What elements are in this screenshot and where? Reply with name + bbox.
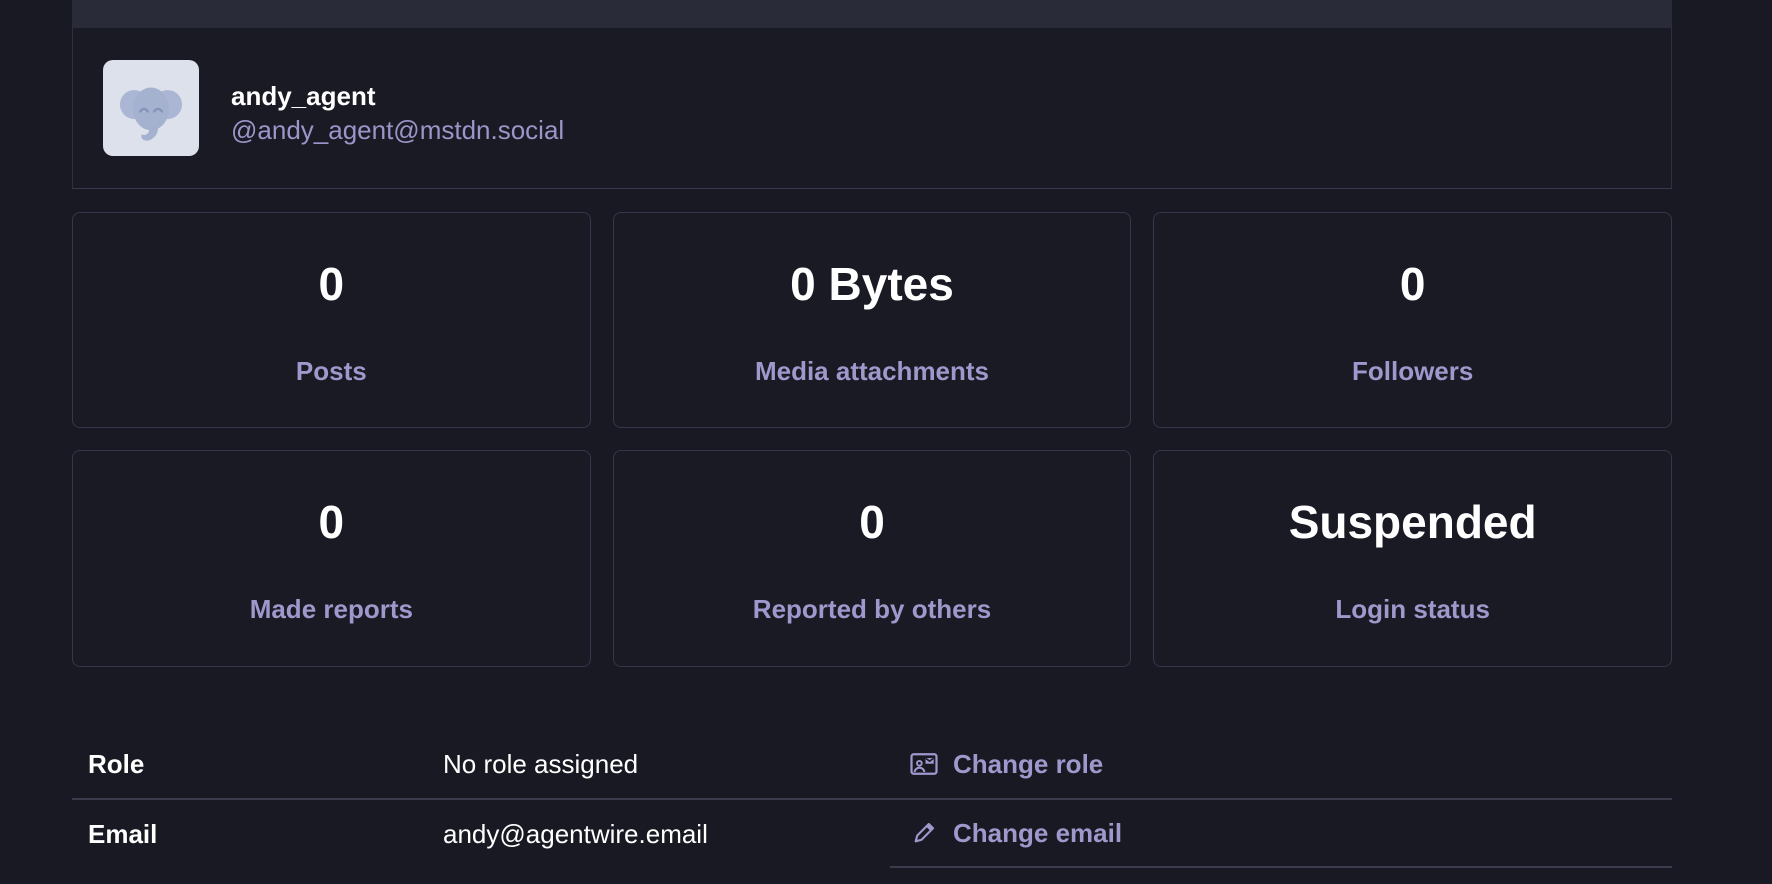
stat-card-reported-by-others: 0 Reported by others bbox=[613, 450, 1132, 667]
stat-value: 0 bbox=[614, 495, 1131, 549]
stat-label: Reported by others bbox=[614, 594, 1131, 624]
table-row-email: Email andy@agentwire.email Change email bbox=[72, 800, 1672, 868]
table-row-role: Role No role assigned Change role bbox=[72, 730, 1672, 800]
stat-value: 0 bbox=[73, 257, 590, 311]
stat-label: Login status bbox=[1154, 594, 1671, 624]
stat-card-posts: 0 Posts bbox=[72, 212, 591, 428]
action-label: Change role bbox=[953, 749, 1103, 780]
account-header-card: andy_agent @andy_agent@mstdn.social bbox=[72, 28, 1672, 189]
dashboard-stats-grid: 0 Posts 0 Bytes Media attachments 0 Foll… bbox=[72, 212, 1672, 667]
row-value: No role assigned bbox=[443, 730, 890, 798]
avatar bbox=[103, 60, 199, 156]
pencil-icon bbox=[909, 818, 939, 848]
stat-value: 0 Bytes bbox=[614, 257, 1131, 311]
stat-value: 0 bbox=[73, 495, 590, 549]
action-label: Change email bbox=[953, 818, 1122, 849]
row-label: Email bbox=[72, 800, 443, 868]
stat-label: Media attachments bbox=[614, 356, 1131, 386]
stat-card-followers: 0 Followers bbox=[1153, 212, 1672, 428]
stat-value: 0 bbox=[1154, 257, 1671, 311]
row-label: Role bbox=[72, 730, 443, 798]
stat-card-made-reports: 0 Made reports bbox=[72, 450, 591, 667]
change-email-button[interactable]: Change email bbox=[909, 818, 1122, 849]
topbar-strip bbox=[72, 0, 1672, 28]
change-role-button[interactable]: Change role bbox=[909, 749, 1103, 780]
stat-card-login-status: Suspended Login status bbox=[1153, 450, 1672, 667]
mastodon-elephant-icon bbox=[109, 66, 193, 150]
stat-label: Posts bbox=[73, 356, 590, 386]
stat-label: Made reports bbox=[73, 594, 590, 624]
account-details-table: Role No role assigned Change role Email … bbox=[72, 730, 1672, 868]
stat-label: Followers bbox=[1154, 356, 1671, 386]
account-username: andy_agent bbox=[231, 79, 564, 113]
account-handle: @andy_agent@mstdn.social bbox=[231, 113, 564, 147]
stat-card-media-attachments: 0 Bytes Media attachments bbox=[613, 212, 1132, 428]
id-card-icon bbox=[909, 749, 939, 779]
row-value: andy@agentwire.email bbox=[443, 800, 890, 868]
stat-value: Suspended bbox=[1154, 495, 1671, 549]
admin-account-page: andy_agent @andy_agent@mstdn.social 0 Po… bbox=[72, 0, 1672, 868]
